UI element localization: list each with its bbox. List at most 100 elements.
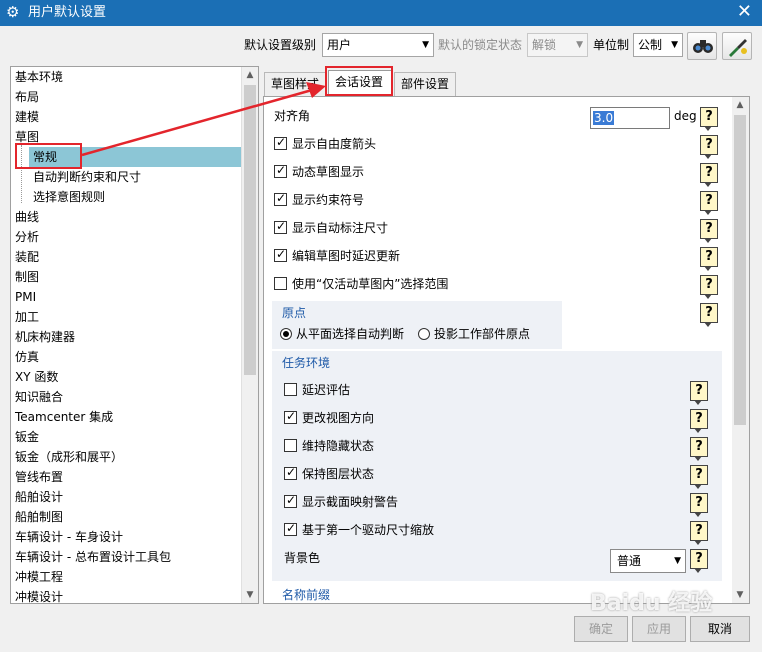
help-icon[interactable]: ? [690, 437, 708, 461]
checkbox[interactable] [274, 218, 287, 234]
tab-part-settings[interactable]: 部件设置 [394, 72, 456, 96]
ok-button[interactable]: 确定 [574, 616, 628, 642]
option-dof-arrows[interactable]: 显示自由度箭头 [274, 133, 376, 155]
checkbox[interactable] [284, 408, 297, 424]
checkbox[interactable] [284, 520, 297, 536]
help-icon[interactable]: ? [690, 549, 708, 573]
option-delay-evaluation[interactable]: 延迟评估 [284, 379, 350, 401]
find-button[interactable] [687, 32, 717, 60]
tree-item-knowledge-fusion[interactable]: 知识融合 [15, 387, 63, 407]
tree-item-routing[interactable]: 管线布置 [15, 467, 63, 487]
tree-item-manufacturing[interactable]: 加工 [15, 307, 39, 327]
panel-scrollbar[interactable]: ▲ ▼ [732, 97, 749, 603]
help-icon[interactable]: ? [690, 521, 708, 545]
level-select[interactable]: 用户 ▼ [322, 33, 434, 57]
gear-icon: ⚙ [6, 3, 20, 21]
help-icon[interactable]: ? [690, 409, 708, 433]
option-delay-update[interactable]: 编辑草图时延迟更新 [274, 245, 400, 267]
option-active-sketch-scope[interactable]: 使用“仅活动草图内”选择范围 [274, 273, 448, 295]
unit-select[interactable]: 公制 ▼ [633, 33, 683, 57]
apply-button[interactable]: 应用 [632, 616, 686, 642]
checkbox[interactable] [274, 277, 287, 290]
help-icon[interactable]: ? [700, 135, 718, 159]
tree-item-sheet-metal[interactable]: 钣金 [15, 427, 39, 447]
settings-panel: 对齐角 3.0 deg ? 显示自由度箭头 ? 动态草图显示 ? 显示约束符号 … [263, 96, 750, 604]
tree-scrollbar[interactable]: ▲ ▼ [241, 67, 258, 603]
tree-item-ship-design[interactable]: 船舶设计 [15, 487, 63, 507]
checkbox[interactable] [274, 190, 287, 206]
tree-item-infer-constraints[interactable]: 自动判断约束和尺寸 [33, 167, 141, 187]
option-section-warning[interactable]: 显示截面映射警告 [284, 491, 398, 513]
checkbox[interactable] [274, 134, 287, 150]
chevron-down-icon: ▼ [422, 40, 429, 50]
help-icon[interactable]: ? [700, 191, 718, 215]
tab-sketch-style[interactable]: 草图样式 [264, 72, 326, 96]
lock-select[interactable]: 解锁 ▼ [527, 33, 588, 57]
option-label: 更改视图方向 [302, 411, 375, 425]
tree-item-die-design[interactable]: 冲模设计 [15, 587, 63, 603]
option-label: 显示截面映射警告 [302, 495, 399, 509]
option-change-view[interactable]: 更改视图方向 [284, 407, 374, 429]
radio-button[interactable] [418, 328, 430, 340]
checkbox[interactable] [284, 492, 297, 508]
close-icon[interactable]: ✕ [737, 2, 752, 22]
option-keep-layers[interactable]: 保持图层状态 [284, 463, 374, 485]
tree-item-die-engineering[interactable]: 冲模工程 [15, 567, 63, 587]
panel-scroll-thumb[interactable] [734, 115, 746, 425]
checkbox[interactable] [284, 439, 297, 452]
name-prefix-title: 名称前缀 [282, 588, 331, 602]
option-dynamic-sketch[interactable]: 动态草图显示 [274, 161, 364, 183]
tree-item-curve[interactable]: 曲线 [15, 207, 39, 227]
help-icon[interactable]: ? [700, 163, 718, 187]
option-auto-dimensions[interactable]: 显示自动标注尺寸 [274, 217, 388, 239]
chevron-up-icon[interactable]: ▲ [732, 97, 748, 113]
help-icon[interactable]: ? [700, 107, 718, 131]
option-keep-hidden[interactable]: 维持隐藏状态 [284, 435, 374, 457]
checkbox[interactable] [284, 383, 297, 396]
help-icon[interactable]: ? [690, 465, 708, 489]
tree-item-ship-drafting[interactable]: 船舶制图 [15, 507, 63, 527]
tree-item-sheet-metal-flat[interactable]: 钣金（成形和展平） [15, 447, 123, 467]
tree-item-analysis[interactable]: 分析 [15, 227, 39, 247]
tree-item-xy-function[interactable]: XY 函数 [15, 367, 58, 387]
option-constraint-symbols[interactable]: 显示约束符号 [274, 189, 364, 211]
tree-item-simulation[interactable]: 仿真 [15, 347, 39, 367]
help-icon[interactable]: ? [690, 381, 708, 405]
background-color-select[interactable]: 普通 ▼ [610, 549, 686, 573]
origin-option-infer[interactable]: 从平面选择自动判断 [280, 323, 404, 345]
origin-group-title: 原点 [282, 306, 307, 320]
tree-item-assembly[interactable]: 装配 [15, 247, 39, 267]
snap-angle-input[interactable]: 3.0 [590, 107, 670, 129]
tree-item-selection-intent[interactable]: 选择意图规则 [33, 187, 105, 207]
annotation-box-tree [15, 143, 82, 169]
tree-item-basic-env[interactable]: 基本环境 [15, 67, 63, 87]
tree-item-body-design[interactable]: 车辆设计 - 车身设计 [15, 527, 123, 547]
origin-option-project[interactable]: 投影工作部件原点 [418, 323, 530, 345]
option-label: 使用“仅活动草图内”选择范围 [292, 277, 449, 291]
tree-item-drafting[interactable]: 制图 [15, 267, 39, 287]
help-icon[interactable]: ? [700, 219, 718, 243]
tree-item-pmi[interactable]: PMI [15, 287, 36, 307]
help-icon[interactable]: ? [700, 275, 718, 299]
checkbox[interactable] [274, 246, 287, 262]
help-icon[interactable]: ? [700, 303, 718, 327]
tree-item-machine-builder[interactable]: 机床构建器 [15, 327, 75, 347]
option-scale-first-dim[interactable]: 基于第一个驱动尺寸缩放 [284, 519, 434, 541]
checkbox[interactable] [284, 464, 297, 480]
help-icon[interactable]: ? [700, 247, 718, 271]
wizard-button[interactable] [722, 32, 752, 60]
tree-item-layout[interactable]: 布局 [15, 87, 39, 107]
help-icon[interactable]: ? [690, 493, 708, 517]
chevron-down-icon: ▼ [674, 556, 681, 566]
chevron-down-icon[interactable]: ▼ [242, 587, 258, 603]
tree-scroll-thumb[interactable] [244, 85, 256, 375]
cancel-button[interactable]: 取消 [690, 616, 750, 642]
chevron-up-icon[interactable]: ▲ [242, 67, 258, 83]
radio-button[interactable] [280, 328, 292, 340]
checkbox[interactable] [274, 162, 287, 178]
tree-item-teamcenter[interactable]: Teamcenter 集成 [15, 407, 113, 427]
tree-item-modeling[interactable]: 建模 [15, 107, 39, 127]
title-bar: ⚙ 用户默认设置 ✕ [0, 0, 762, 26]
chevron-down-icon[interactable]: ▼ [732, 587, 748, 603]
tree-item-vehicle-toolkit[interactable]: 车辆设计 - 总布置设计工具包 [15, 547, 171, 567]
